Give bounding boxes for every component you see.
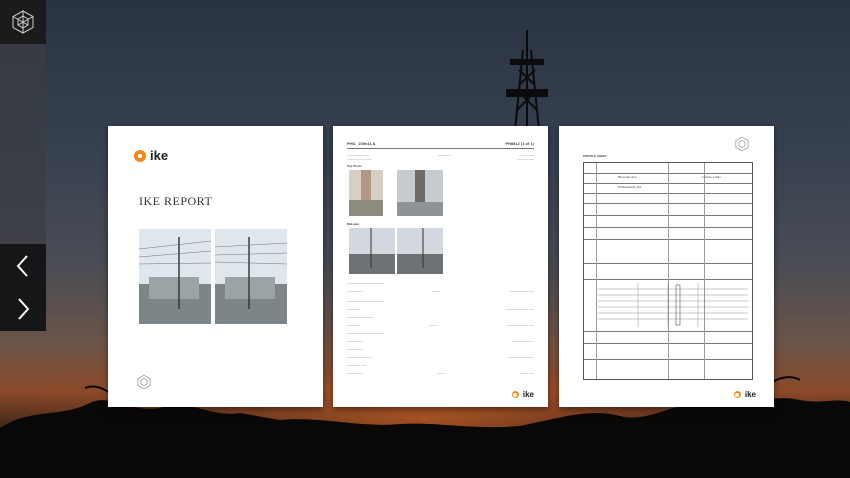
top-photo-left xyxy=(349,170,383,216)
data-row: ———— —— —— — ——— —— xyxy=(347,372,534,375)
ike-logo-icon xyxy=(134,149,146,162)
app-logo[interactable] xyxy=(0,0,46,44)
data-row: ———— —— —— — ——— ———— —— xyxy=(347,290,534,293)
data-row: ———— —— ——— ———— — xyxy=(347,340,534,343)
report-page-photos[interactable]: PHIL_239n11 A PHIM12 (1 of 1) —— ———— ——… xyxy=(333,126,548,407)
data-row: ———— ——— —— ———— —————— xyxy=(347,356,534,359)
report-title: IKE REPORT xyxy=(139,194,213,208)
brand-text: ike xyxy=(522,390,534,399)
brand-logo: ike xyxy=(134,148,168,163)
midspan-photo-right xyxy=(397,228,443,274)
brand-text: ike xyxy=(744,390,756,399)
page-navigation xyxy=(0,244,46,331)
data-row: ——————— ——— xyxy=(347,316,374,319)
page-header-right: PHIM12 (1 of 1) xyxy=(505,141,534,146)
form-table xyxy=(598,283,748,327)
data-row: ———— — ——— ——— —— —— xyxy=(347,308,534,311)
field-street-a: Blossom Ave. xyxy=(618,175,638,179)
next-page-button[interactable] xyxy=(0,289,46,329)
previous-page-button[interactable] xyxy=(0,246,46,286)
rail-strip xyxy=(0,44,46,244)
field-street-b: Comes Caille xyxy=(702,175,721,179)
left-rail xyxy=(0,0,46,478)
cover-photo-left xyxy=(139,229,211,324)
data-row: ——————— ———— ——— xyxy=(347,332,385,335)
brand-text: ike xyxy=(150,148,169,163)
data-row: ——————— ———— ——— xyxy=(347,300,385,303)
chevron-left-icon xyxy=(16,255,28,277)
chevron-right-icon xyxy=(18,298,30,320)
data-row: —— ——— —— xyxy=(347,364,367,367)
data-row: ——— ——— xyxy=(347,348,364,351)
data-row: ——————— ———— ——— xyxy=(347,282,385,285)
hexagon-watermark-icon xyxy=(137,374,151,390)
hexagon-logo-icon xyxy=(12,10,34,34)
field-city: Philadelphia, PA xyxy=(618,185,642,189)
section-label-mid: Midspan xyxy=(347,222,360,226)
profile-form-grid: Blossom Ave. Comes Caille Philadelphia, … xyxy=(583,162,753,380)
ike-logo-icon xyxy=(733,391,741,398)
section-label-top: Top Photo xyxy=(347,164,362,168)
report-page-cover[interactable]: ike IKE REPORT xyxy=(108,126,323,407)
radio-tower-silhouette xyxy=(506,30,548,130)
cover-photo-right xyxy=(215,229,287,324)
brand-logo: ike xyxy=(733,390,756,399)
midspan-photo-left xyxy=(349,228,395,274)
data-row: ———— — —— — ——— ————— —— xyxy=(347,324,534,327)
top-photo-right xyxy=(397,170,443,216)
hexagon-watermark-icon xyxy=(735,136,749,152)
page-header-left: PHIL_239n11 A xyxy=(347,141,376,146)
form-label: PROFILE SHEET xyxy=(583,154,607,158)
info-row: ———— —— ——— —— —— —— xyxy=(347,158,534,161)
brand-logo: ike xyxy=(511,390,534,399)
info-row: —— ———— —— ——— —— —— ——— xyxy=(347,154,534,157)
header-rule xyxy=(347,148,534,149)
ike-logo-icon xyxy=(511,391,519,398)
report-page-form[interactable]: PROFILE SHEET Blossom Ave. Comes Caille … xyxy=(559,126,774,407)
